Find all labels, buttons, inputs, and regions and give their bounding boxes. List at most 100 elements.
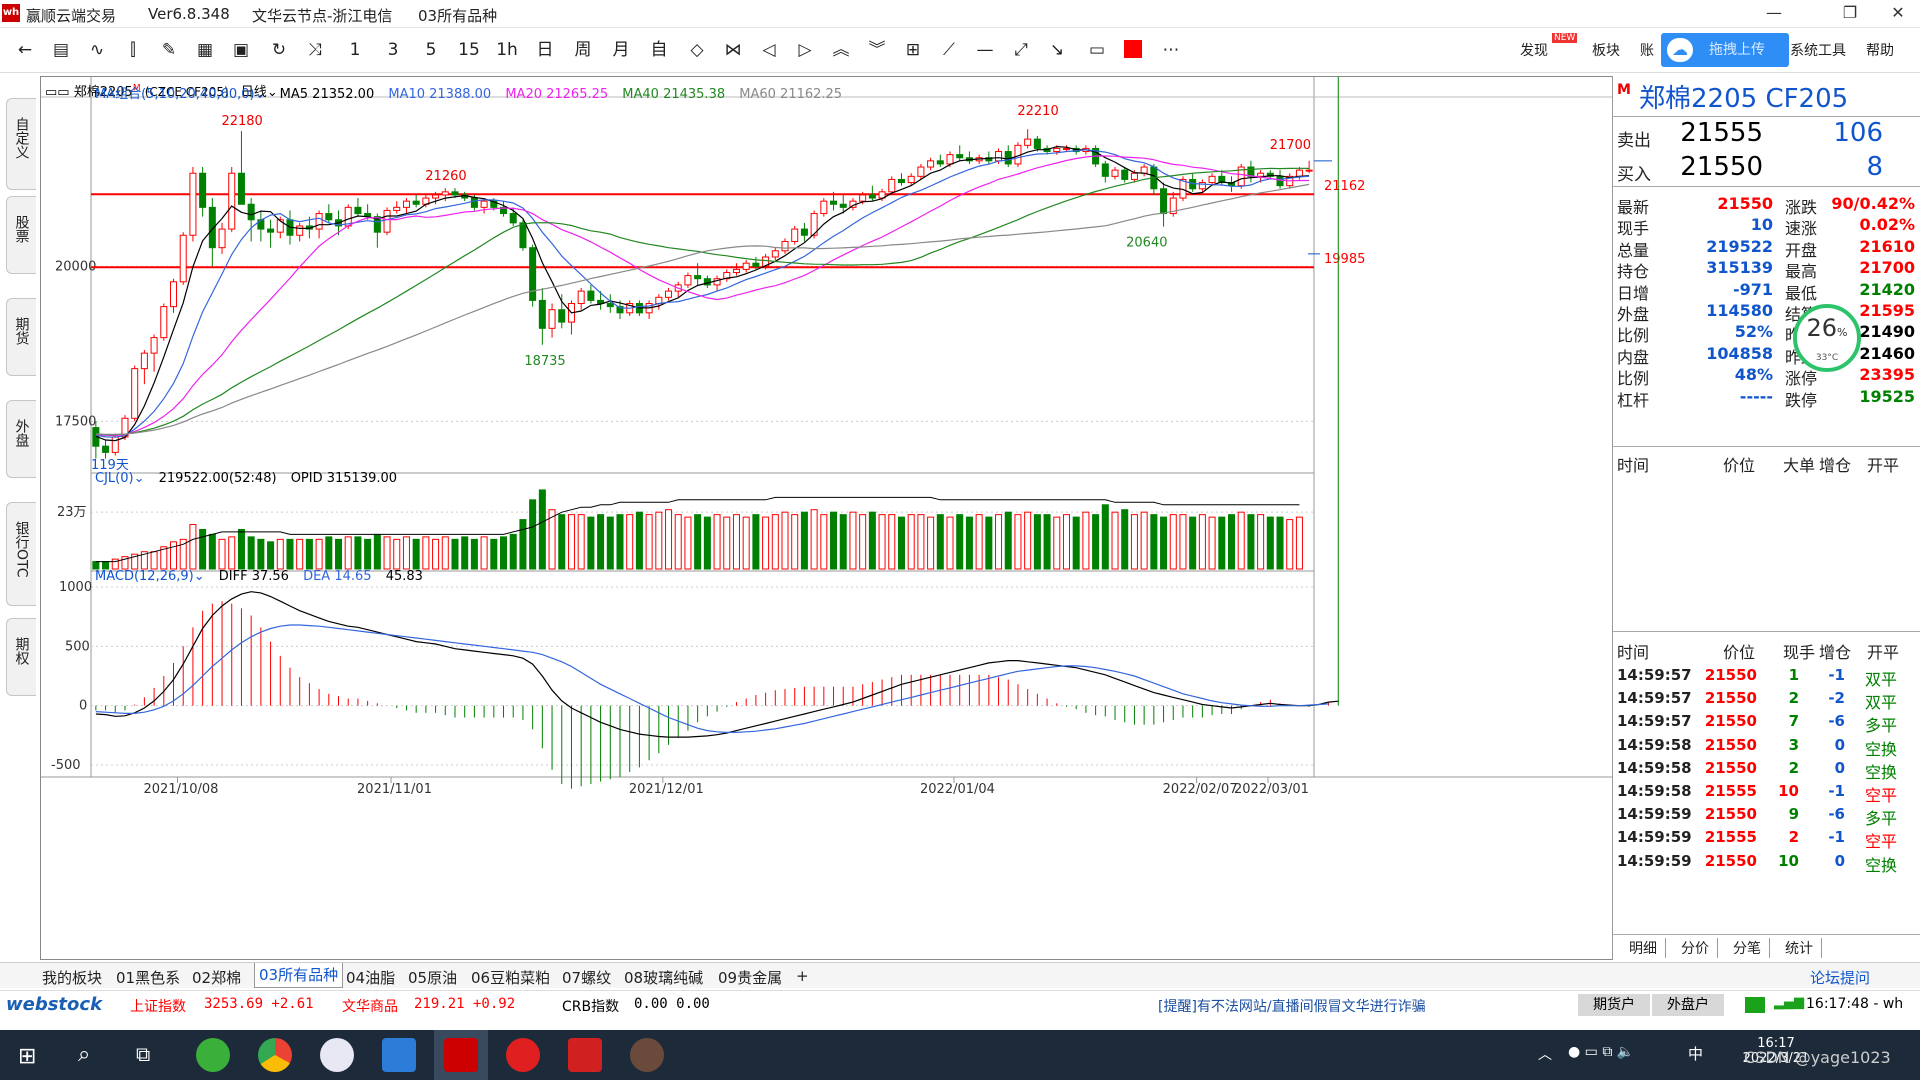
drag-upload-button[interactable]: ☁ 拖拽上传	[1661, 33, 1789, 67]
vol-name[interactable]: CJL(0)	[95, 471, 134, 486]
tick-row[interactable]: 14:59:57 21550 1 -1 双平	[1613, 666, 1920, 689]
more-icon[interactable]: ⋯	[1158, 37, 1184, 63]
side-tab-options[interactable]: 期权	[6, 618, 36, 696]
quote-list-icon[interactable]: ▤	[48, 37, 74, 63]
panel-tab-2[interactable]: 分笔	[1733, 938, 1770, 958]
side-tab-foreign[interactable]: 外盘	[6, 400, 36, 478]
search-icon[interactable]: ⌕	[78, 1042, 90, 1067]
windows-start-icon[interactable]: ⊞	[18, 1044, 36, 1069]
save-icon[interactable]: ▣	[228, 37, 254, 63]
board-tab-6[interactable]: 06豆粕菜粕	[471, 967, 550, 988]
system-tools-menu[interactable]: 系统工具	[1790, 40, 1846, 60]
panel-tab-3[interactable]: 统计	[1785, 938, 1822, 958]
paint-icon[interactable]	[320, 1038, 354, 1072]
kline-icon[interactable]: ⫿	[120, 37, 146, 63]
period-5[interactable]: 5	[418, 37, 444, 63]
draw-icon[interactable]: ✎	[156, 37, 182, 63]
period-day[interactable]: 日	[532, 37, 558, 63]
index-sh-label[interactable]: 上证指数	[130, 996, 186, 1016]
app-360-icon[interactable]	[196, 1038, 230, 1072]
tick-row[interactable]: 14:59:59 21555 2 -1 空平	[1613, 828, 1920, 851]
tick-row[interactable]: 14:59:58 21550 2 0 空换	[1613, 759, 1920, 782]
sell-price[interactable]: 21555	[1663, 118, 1763, 148]
ray-line-icon[interactable]: ⟋	[936, 37, 962, 63]
help-menu[interactable]: 帮助	[1866, 40, 1894, 60]
ime-indicator[interactable]: 中	[1688, 1043, 1703, 1064]
fraud-notice[interactable]: [提醒]有不法网站/直播间假冒文华进行诈骗	[1158, 996, 1426, 1016]
vol-dropdown-icon[interactable]: ⌄	[134, 471, 145, 486]
sector-menu[interactable]: 板块	[1592, 40, 1620, 60]
tray-chevron-icon[interactable]: ︿	[1538, 1044, 1552, 1064]
macd-name[interactable]: MACD(12,26,9)	[95, 569, 194, 584]
line-chart-icon[interactable]: ∿	[84, 37, 110, 63]
up-icon[interactable]: ︽	[828, 37, 854, 63]
restore-button[interactable]: ❐	[1832, 3, 1868, 25]
chart-menu-icon[interactable]: ▭▭	[45, 85, 70, 100]
index-wh-label[interactable]: 文华商品	[342, 996, 398, 1016]
board-tab-9[interactable]: 09贵金属	[718, 967, 782, 988]
buy-price[interactable]: 21550	[1663, 152, 1763, 182]
index-crb-label[interactable]: CRB指数	[562, 996, 619, 1016]
arrow-line-icon[interactable]: ↘	[1044, 37, 1070, 63]
period-month[interactable]: 月	[608, 37, 634, 63]
indicator-icon[interactable]: ⤨	[302, 37, 328, 63]
refresh-icon[interactable]: ↻	[266, 37, 292, 63]
tray-icons[interactable]: ● ▭ ⧉ 🔈	[1568, 1044, 1634, 1060]
period-custom[interactable]: 自	[646, 37, 672, 63]
side-tab-bank-otc[interactable]: 银行OTC	[6, 502, 36, 606]
board-tab-2[interactable]: 02郑棉	[192, 967, 241, 988]
tick-row[interactable]: 14:59:59 21550 10 0 空换	[1613, 852, 1920, 875]
horizontal-line-icon[interactable]: —	[972, 37, 998, 63]
wenhua-app-icon[interactable]	[444, 1038, 478, 1072]
move-left-icon[interactable]: ◁	[756, 37, 782, 63]
ma-group[interactable]: MA组合(5,10,20,40,60,0)	[95, 87, 255, 102]
layout-icon[interactable]: ⊞	[900, 37, 926, 63]
chart-area[interactable]: 20000 17500 1000 500 0 -500 23万 21162 19985 22180…	[40, 76, 1614, 961]
side-tab-custom[interactable]: 自定义	[6, 98, 36, 190]
forum-link[interactable]: 论坛提问	[1810, 967, 1870, 988]
chrome-icon[interactable]	[258, 1038, 292, 1072]
tick-row[interactable]: 14:59:58 21555 10 -1 空平	[1613, 782, 1920, 805]
account-menu[interactable]: 账	[1640, 40, 1654, 60]
foreign-account-button[interactable]: 外盘户	[1652, 994, 1724, 1016]
board-tab-3[interactable]: 03所有品种	[254, 963, 344, 988]
tick-row[interactable]: 14:59:57 21550 7 -6 多平	[1613, 712, 1920, 735]
down-icon[interactable]: ︾	[864, 37, 890, 63]
futures-account-button[interactable]: 期货户	[1578, 994, 1650, 1016]
period-week[interactable]: 周	[570, 37, 596, 63]
board-tab-0[interactable]: 我的板块	[42, 967, 102, 988]
panel-tab-0[interactable]: 明细	[1629, 938, 1666, 958]
kline-chart[interactable]: 20000 17500 1000 500 0 -500 23万 21162 19985 22180…	[41, 77, 1614, 961]
period-15[interactable]: 15	[456, 37, 482, 63]
discover-menu[interactable]: 发现	[1520, 40, 1548, 60]
color-red-icon[interactable]	[1124, 40, 1142, 58]
zoom-out-icon[interactable]: ⋈	[720, 37, 746, 63]
period-1[interactable]: 1	[342, 37, 368, 63]
ma-group-dropdown-icon[interactable]: ⌄	[255, 87, 266, 102]
board-tab-5[interactable]: 05原油	[408, 967, 457, 988]
side-tab-stock[interactable]: 股票	[6, 196, 36, 274]
move-right-icon[interactable]: ▷	[792, 37, 818, 63]
minimize-button[interactable]: —	[1756, 3, 1792, 25]
side-tab-futures[interactable]: 期货	[6, 298, 36, 376]
period-3[interactable]: 3	[380, 37, 406, 63]
tick-row[interactable]: 14:59:57 21550 2 -2 双平	[1613, 689, 1920, 712]
tick-row[interactable]: 14:59:58 21550 3 0 空换	[1613, 736, 1920, 759]
macd-dropdown-icon[interactable]: ⌄	[194, 569, 205, 584]
panel-tab-1[interactable]: 分价	[1681, 938, 1718, 958]
app-blue-icon[interactable]	[382, 1038, 416, 1072]
add-board-button[interactable]: +	[796, 967, 809, 985]
tick-row[interactable]: 14:59:59 21550 9 -6 多平	[1613, 805, 1920, 828]
board-tab-4[interactable]: 04油脂	[346, 967, 395, 988]
rectangle-icon[interactable]: ▭	[1084, 37, 1110, 63]
segment-icon[interactable]: ⤢	[1008, 37, 1034, 63]
board-tab-8[interactable]: 08玻璃纯碱	[624, 967, 703, 988]
close-button[interactable]: ✕	[1880, 3, 1916, 25]
back-icon[interactable]: ←	[12, 37, 38, 63]
board-tab-7[interactable]: 07螺纹	[562, 967, 611, 988]
task-view-icon[interactable]: ⧉	[136, 1042, 150, 1066]
period-1h[interactable]: 1h	[494, 37, 520, 63]
board-tab-1[interactable]: 01黑色系	[116, 967, 180, 988]
wps-icon[interactable]	[568, 1038, 602, 1072]
app-avatar-icon[interactable]	[630, 1038, 664, 1072]
